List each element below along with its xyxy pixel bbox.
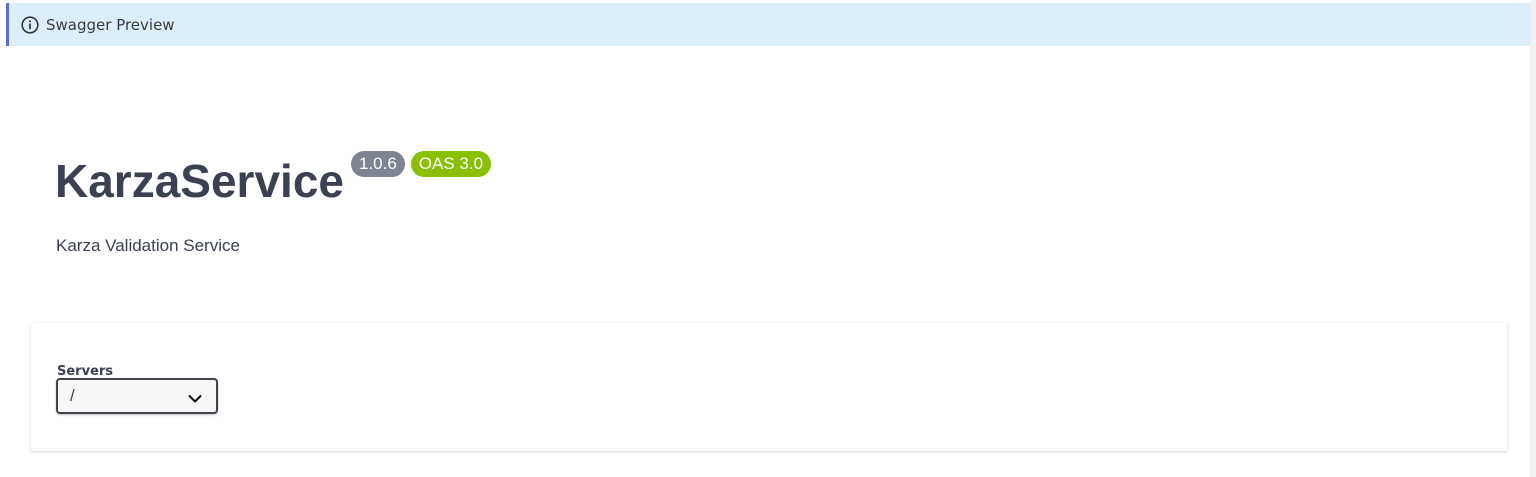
servers-section: Servers / [31, 323, 1507, 451]
banner-title: Swagger Preview [46, 15, 175, 34]
api-description: Karza Validation Service [56, 236, 240, 255]
servers-label: Servers [57, 364, 114, 379]
swagger-preview-page: Swagger Preview KarzaService 1.0.6 OAS 3… [0, 0, 1536, 477]
oas-version-badge: OAS 3.0 [410, 151, 492, 177]
api-title-row: KarzaService 1.0.6 OAS 3.0 [55, 150, 492, 212]
servers-select[interactable]: / [56, 378, 218, 414]
api-title: KarzaService [55, 155, 344, 207]
chevron-down-icon [188, 391, 202, 403]
servers-select-value: / [70, 386, 75, 405]
info-icon [21, 15, 39, 34]
preview-banner: Swagger Preview [6, 3, 1531, 46]
version-badge: 1.0.6 [350, 151, 405, 177]
